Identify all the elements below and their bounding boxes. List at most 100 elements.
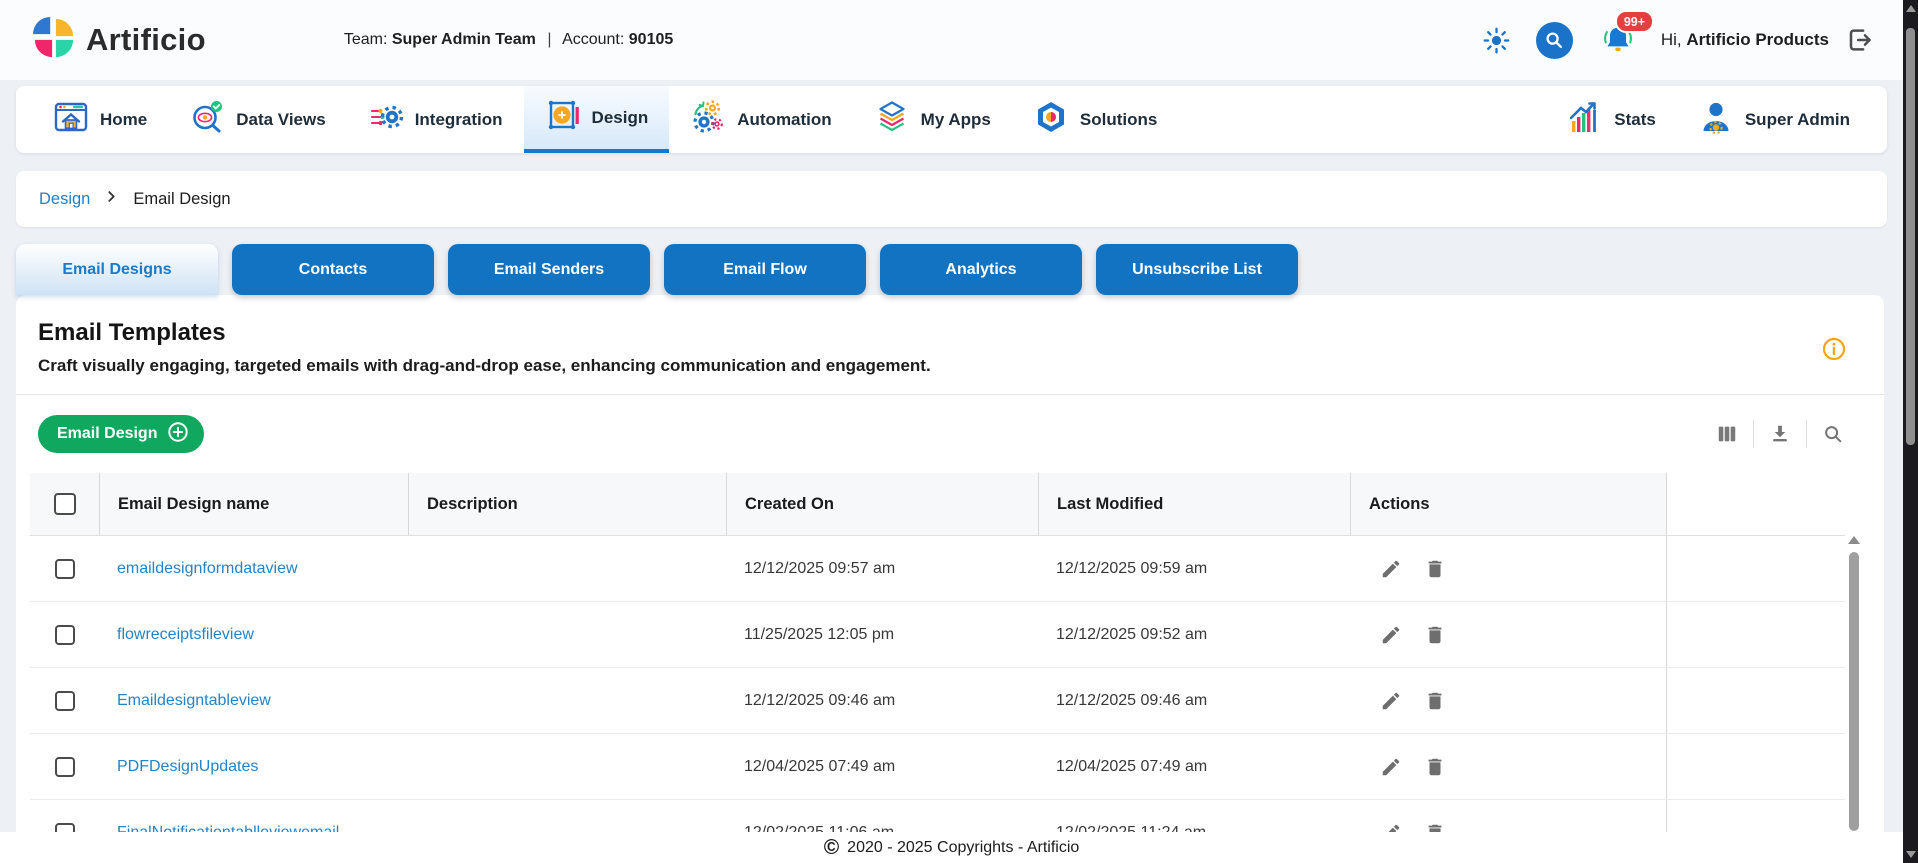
- select-all-checkbox[interactable]: [54, 493, 76, 515]
- breadcrumb: Design Email Design: [16, 171, 1887, 227]
- row-checkbox[interactable]: [55, 757, 75, 777]
- last-modified-cell: 12/12/2025 09:52 am: [1038, 602, 1350, 667]
- delete-icon[interactable]: [1424, 756, 1446, 778]
- filler-cell: [1666, 602, 1845, 667]
- column-header-name[interactable]: Email Design name: [99, 473, 408, 535]
- team-label: Team:: [344, 31, 388, 48]
- table-body: emaildesignformdataview 12/12/2025 09:57…: [30, 536, 1845, 863]
- actions-cell: [1350, 602, 1666, 667]
- nav-label: Data Views: [236, 110, 325, 130]
- column-header-description[interactable]: Description: [408, 473, 726, 535]
- tab-email-designs[interactable]: Email Designs: [16, 244, 218, 295]
- edit-icon[interactable]: [1380, 624, 1402, 646]
- filler-cell: [1666, 734, 1845, 799]
- global-search-icon[interactable]: [1536, 22, 1573, 59]
- scrollbar-up-arrow-icon[interactable]: [1906, 5, 1916, 12]
- page-scrollbar[interactable]: [1903, 0, 1918, 863]
- account-label: Account:: [562, 31, 624, 48]
- design-name-link[interactable]: Emaildesigntableview: [117, 692, 271, 710]
- scrollbar-down-arrow-icon[interactable]: [1906, 851, 1916, 858]
- download-icon[interactable]: [1769, 423, 1791, 445]
- brand[interactable]: Artificio: [33, 17, 206, 64]
- delete-icon[interactable]: [1424, 690, 1446, 712]
- email-templates-panel: Email Templates Craft visually engaging,…: [16, 295, 1884, 863]
- create-email-design-button[interactable]: Email Design: [38, 415, 204, 453]
- delete-icon[interactable]: [1424, 624, 1446, 646]
- column-header-modified[interactable]: Last Modified: [1038, 473, 1350, 535]
- team-name: Super Admin Team: [392, 31, 536, 48]
- copyright-icon: ©: [824, 837, 839, 858]
- row-checkbox[interactable]: [55, 559, 75, 579]
- last-modified-cell: 12/12/2025 09:46 am: [1038, 668, 1350, 733]
- info-icon[interactable]: [1822, 337, 1846, 366]
- description-cell: [408, 602, 726, 667]
- tab-contacts[interactable]: Contacts: [232, 244, 434, 295]
- table-scrollbar-thumb[interactable]: [1849, 552, 1859, 831]
- description-cell: [408, 668, 726, 733]
- description-cell: [408, 536, 726, 601]
- user-name: Artificio Products: [1686, 30, 1829, 49]
- nav-item-home[interactable]: Home: [32, 86, 168, 153]
- tab-analytics[interactable]: Analytics: [880, 244, 1082, 295]
- table-header-row: Email Design name Description Created On…: [30, 473, 1845, 536]
- nav-label: Design: [592, 108, 649, 128]
- team-account-info: Team: Super Admin Team | Account: 90105: [344, 31, 673, 49]
- automation-icon: [690, 99, 726, 140]
- nav-item-data-views[interactable]: Data Views: [168, 86, 346, 153]
- edit-icon[interactable]: [1380, 690, 1402, 712]
- sub-tabs: Email Designs Contacts Email Senders Ema…: [16, 244, 1887, 295]
- filler-cell: [1666, 536, 1845, 601]
- nav-label: Super Admin: [1745, 110, 1850, 130]
- column-header-created[interactable]: Created On: [726, 473, 1038, 535]
- nav-item-integration[interactable]: Integration: [347, 86, 524, 153]
- nav-item-design[interactable]: Design: [524, 86, 670, 153]
- nav-item-super-admin[interactable]: Super Admin: [1677, 86, 1871, 153]
- breadcrumb-current: Email Design: [133, 190, 230, 209]
- toolbar-icons: [1716, 420, 1844, 448]
- nav-item-stats[interactable]: Stats: [1546, 86, 1677, 153]
- nav-item-solutions[interactable]: Solutions: [1012, 86, 1178, 153]
- nav-item-my-apps[interactable]: My Apps: [853, 86, 1012, 153]
- row-select-cell: [30, 734, 99, 799]
- delete-icon[interactable]: [1424, 558, 1446, 580]
- chevron-right-icon: [104, 189, 119, 209]
- columns-icon[interactable]: [1716, 423, 1738, 445]
- edit-icon[interactable]: [1380, 756, 1402, 778]
- email-designs-table: Email Design name Description Created On…: [30, 473, 1845, 863]
- table-toolbar: Email Design: [16, 395, 1884, 473]
- scroll-up-arrow-icon[interactable]: [1848, 536, 1860, 544]
- row-checkbox[interactable]: [55, 691, 75, 711]
- page-title: Email Templates: [38, 319, 1884, 347]
- row-checkbox[interactable]: [55, 625, 75, 645]
- home-icon: [53, 99, 89, 140]
- design-name-link[interactable]: PDFDesignUpdates: [117, 758, 258, 776]
- super-admin-icon: [1698, 99, 1734, 140]
- edit-icon[interactable]: [1380, 558, 1402, 580]
- table-scrollbar[interactable]: [1848, 536, 1860, 859]
- artificio-logo-icon: [33, 17, 75, 64]
- toolbar-divider: [1806, 420, 1807, 448]
- table-search-icon[interactable]: [1822, 423, 1844, 445]
- design-name-link[interactable]: emaildesignformdataview: [117, 560, 298, 578]
- page-scrollbar-thumb[interactable]: [1906, 28, 1915, 445]
- stats-icon: [1567, 99, 1603, 140]
- solutions-icon: [1033, 99, 1069, 140]
- integration-icon: [368, 99, 404, 140]
- logout-icon[interactable]: [1845, 25, 1875, 55]
- notifications-bell-icon[interactable]: 99+: [1601, 23, 1635, 57]
- design-name-link[interactable]: flowreceiptsfileview: [117, 626, 254, 644]
- tab-unsubscribe-list[interactable]: Unsubscribe List: [1096, 244, 1298, 295]
- created-on-cell: 12/12/2025 09:46 am: [726, 668, 1038, 733]
- nav-item-automation[interactable]: Automation: [669, 86, 852, 153]
- last-modified-cell: 12/12/2025 09:59 am: [1038, 536, 1350, 601]
- tab-email-senders[interactable]: Email Senders: [448, 244, 650, 295]
- header-actions: 99+ Hi, Artificio Products: [1483, 22, 1875, 59]
- table-row: emaildesignformdataview 12/12/2025 09:57…: [30, 536, 1845, 602]
- theme-sun-icon[interactable]: [1483, 27, 1510, 54]
- last-modified-cell: 12/04/2025 07:49 am: [1038, 734, 1350, 799]
- tab-email-flow[interactable]: Email Flow: [664, 244, 866, 295]
- description-cell: [408, 734, 726, 799]
- nav-label: Stats: [1614, 110, 1656, 130]
- breadcrumb-design-link[interactable]: Design: [39, 190, 90, 209]
- created-on-cell: 11/25/2025 12:05 pm: [726, 602, 1038, 667]
